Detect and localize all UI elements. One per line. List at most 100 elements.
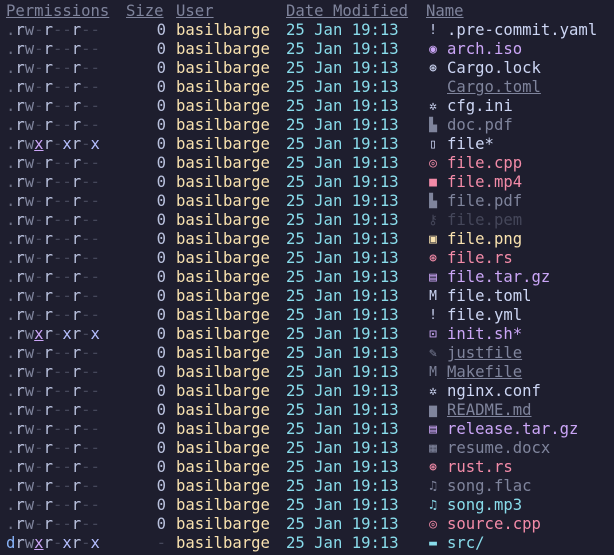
gear-icon: ✲ bbox=[429, 384, 437, 399]
file-row[interactable]: .rw-r--r-- 0 basilbarge 25 Jan 19:13 ⊛ rust.r… bbox=[0, 458, 614, 477]
file-name[interactable]: Makefile bbox=[447, 363, 522, 382]
rust-source-icon: ⊛ bbox=[429, 460, 437, 475]
file-name[interactable]: file* bbox=[447, 135, 494, 154]
key-icon: ⚷ bbox=[428, 213, 438, 228]
file-name[interactable]: file.png bbox=[447, 230, 522, 249]
file-row[interactable]: .rw-r--r-- 0 basilbarge 25 Jan 19:13 ◉ arch.i… bbox=[0, 40, 614, 59]
file-row[interactable]: .rw-r--r-- 0 basilbarge 25 Jan 19:13 Cargo.t… bbox=[0, 78, 614, 97]
size-cell: 0 bbox=[156, 211, 166, 229]
file-row[interactable]: .rw-r--r-- 0 basilbarge 25 Jan 19:13! .pre-c… bbox=[0, 21, 614, 40]
file-name[interactable]: resume.docx bbox=[447, 439, 550, 458]
config-exclamation-icon: ! bbox=[429, 308, 437, 323]
folder-icon: ▬ bbox=[429, 536, 437, 551]
user-cell: basilbarge bbox=[176, 401, 270, 419]
file-name[interactable]: file.pem bbox=[447, 211, 522, 230]
file-name[interactable]: .pre-commit.yaml bbox=[447, 21, 597, 40]
date-cell: 25 Jan 19:13 bbox=[286, 325, 399, 343]
file-row[interactable]: .rw-r--r-- 0 basilbarge 25 Jan 19:13 ▦ resume… bbox=[0, 439, 614, 458]
file-name[interactable]: file.tar.gz bbox=[447, 268, 550, 287]
file-name[interactable]: src/ bbox=[447, 534, 485, 553]
permissions-cell: .rw-r--r-- bbox=[6, 268, 100, 286]
user-cell: basilbarge bbox=[176, 268, 270, 286]
permissions-cell: .rw-r--r-- bbox=[6, 116, 100, 134]
permissions-cell: .rw-r--r-- bbox=[6, 40, 100, 58]
terminal-script-icon: ⊡ bbox=[429, 327, 437, 342]
header-size: Size bbox=[126, 2, 164, 20]
file-name[interactable]: arch.iso bbox=[447, 40, 522, 59]
file-name[interactable]: Cargo.lock bbox=[447, 59, 541, 78]
file-row[interactable]: .rw-r--r-- 0 basilbarge 25 Jan 19:13 ◎ source… bbox=[0, 515, 614, 534]
file-row[interactable]: .rw-r--r-- 0 basilbarge 25 Jan 19:13 ⊛ file.r… bbox=[0, 249, 614, 268]
user-cell: basilbarge bbox=[176, 363, 270, 381]
file-name[interactable]: nginx.conf bbox=[447, 382, 541, 401]
file-row[interactable]: .rw-r--r-- 0 basilbarge 25 Jan 19:13 ♫ song.f… bbox=[0, 477, 614, 496]
file-name[interactable]: file.yml bbox=[447, 306, 522, 325]
file-name[interactable]: release.tar.gz bbox=[447, 420, 578, 439]
file-name[interactable]: file.rs bbox=[447, 249, 513, 268]
file-name[interactable]: song.mp3 bbox=[447, 496, 522, 515]
file-row[interactable]: .rw-r--r-- 0 basilbarge 25 Jan 19:13 ■ file.m… bbox=[0, 173, 614, 192]
file-row[interactable]: .rw-r--r-- 0 basilbarge 25 Jan 19:13 ▙ doc.pd… bbox=[0, 116, 614, 135]
toml-config-icon: M bbox=[429, 289, 437, 304]
size-cell: 0 bbox=[156, 287, 166, 305]
permissions-cell: .rw-r--r-- bbox=[6, 439, 100, 457]
archive-icon: ▤ bbox=[429, 422, 437, 437]
file-row[interactable]: .rw-r--r-- 0 basilbarge 25 Jan 19:13 ⊛ Cargo.… bbox=[0, 59, 614, 78]
file-name[interactable]: source.cpp bbox=[447, 515, 541, 534]
user-cell: basilbarge bbox=[176, 21, 270, 39]
file-name[interactable]: song.flac bbox=[447, 477, 532, 496]
file-row[interactable]: .rw-r--r-- 0 basilbarge 25 Jan 19:13 ✲ nginx.… bbox=[0, 382, 614, 401]
file-row[interactable]: .rw-r--r-- 0 basilbarge 25 Jan 19:13 ◎ file.c… bbox=[0, 154, 614, 173]
permissions-cell: .rw-r--r-- bbox=[6, 363, 100, 381]
size-cell: 0 bbox=[156, 344, 166, 362]
file-name[interactable]: Cargo.toml bbox=[447, 78, 541, 97]
file-row[interactable]: .rw-r--r-- 0 basilbarge 25 Jan 19:13 M Makefi… bbox=[0, 363, 614, 382]
date-cell: 25 Jan 19:13 bbox=[286, 515, 399, 533]
file-row[interactable]: .rw-r--r-- 0 basilbarge 25 Jan 19:13 ▣ file.p… bbox=[0, 230, 614, 249]
date-cell: 25 Jan 19:13 bbox=[286, 59, 399, 77]
file-row[interactable]: .rw-r--r-- 0 basilbarge 25 Jan 19:13 Mfile.t… bbox=[0, 287, 614, 306]
file-name[interactable]: rust.rs bbox=[447, 458, 513, 477]
size-cell: - bbox=[156, 534, 166, 552]
file-name[interactable]: doc.pdf bbox=[447, 116, 513, 135]
file-row[interactable]: .rw-r--r-- 0 basilbarge 25 Jan 19:13 ✲ cfg.in… bbox=[0, 97, 614, 116]
size-cell: 0 bbox=[156, 40, 166, 58]
file-icon: ▯ bbox=[429, 137, 437, 152]
file-name[interactable]: file.mp4 bbox=[447, 173, 522, 192]
date-cell: 25 Jan 19:13 bbox=[286, 78, 399, 96]
file-name[interactable]: file.cpp bbox=[447, 154, 522, 173]
date-cell: 25 Jan 19:13 bbox=[286, 439, 399, 457]
file-name[interactable]: justfile bbox=[447, 344, 522, 363]
permissions-cell: .rw-r--r-- bbox=[6, 496, 100, 514]
date-cell: 25 Jan 19:13 bbox=[286, 135, 399, 153]
file-row[interactable]: .rw-r--r-- 0 basilbarge 25 Jan 19:13 ▤ releas… bbox=[0, 420, 614, 439]
file-name[interactable]: file.pdf bbox=[447, 192, 522, 211]
archive-icon: ▤ bbox=[429, 270, 437, 285]
cpp-source-icon: ◎ bbox=[429, 517, 437, 532]
date-cell: 25 Jan 19:13 bbox=[286, 401, 399, 419]
file-name[interactable]: file.toml bbox=[447, 287, 532, 306]
file-row[interactable]: .rw-r--r-- 0 basilbarge 25 Jan 19:13 ▙ file.p… bbox=[0, 192, 614, 211]
header-permissions: Permissions bbox=[6, 2, 110, 20]
file-name[interactable]: README.md bbox=[447, 401, 532, 420]
user-cell: basilbarge bbox=[176, 135, 270, 153]
permissions-cell: .rw-r--r-- bbox=[6, 192, 100, 210]
file-row[interactable]: .rw-r--r-- 0 basilbarge 25 Jan 19:13 ⚷ file.p… bbox=[0, 211, 614, 230]
file-row[interactable]: .rw-r--r-- 0 basilbarge 25 Jan 19:13 ▆ README… bbox=[0, 401, 614, 420]
file-name[interactable]: cfg.ini bbox=[447, 97, 513, 116]
file-row[interactable]: .rw-r--r-- 0 basilbarge 25 Jan 19:13 ▤ file.t… bbox=[0, 268, 614, 287]
file-row[interactable]: .rwxr-xr-x 0 basilbarge 25 Jan 19:13 ▯ file* bbox=[0, 135, 614, 154]
file-row[interactable]: .rw-r--r-- 0 basilbarge 25 Jan 19:13 ♫ song.m… bbox=[0, 496, 614, 515]
file-row[interactable]: .rw-r--r-- 0 basilbarge 25 Jan 19:13! file.y… bbox=[0, 306, 614, 325]
size-cell: 0 bbox=[156, 458, 166, 476]
file-row[interactable]: drwxr-xr-x - basilbarge 25 Jan 19:13 ▬ src/ bbox=[0, 534, 614, 553]
user-cell: basilbarge bbox=[176, 515, 270, 533]
user-cell: basilbarge bbox=[176, 173, 270, 191]
size-cell: 0 bbox=[156, 477, 166, 495]
file-row[interactable]: .rw-r--r-- 0 basilbarge 25 Jan 19:13 ✎ justfi… bbox=[0, 344, 614, 363]
user-cell: basilbarge bbox=[176, 249, 270, 267]
file-name[interactable]: init.sh* bbox=[447, 325, 522, 344]
permissions-cell: .rw-r--r-- bbox=[6, 211, 100, 229]
file-row[interactable]: .rwxr-xr-x 0 basilbarge 25 Jan 19:13 ⊡ init.s… bbox=[0, 325, 614, 344]
date-cell: 25 Jan 19:13 bbox=[286, 363, 399, 381]
